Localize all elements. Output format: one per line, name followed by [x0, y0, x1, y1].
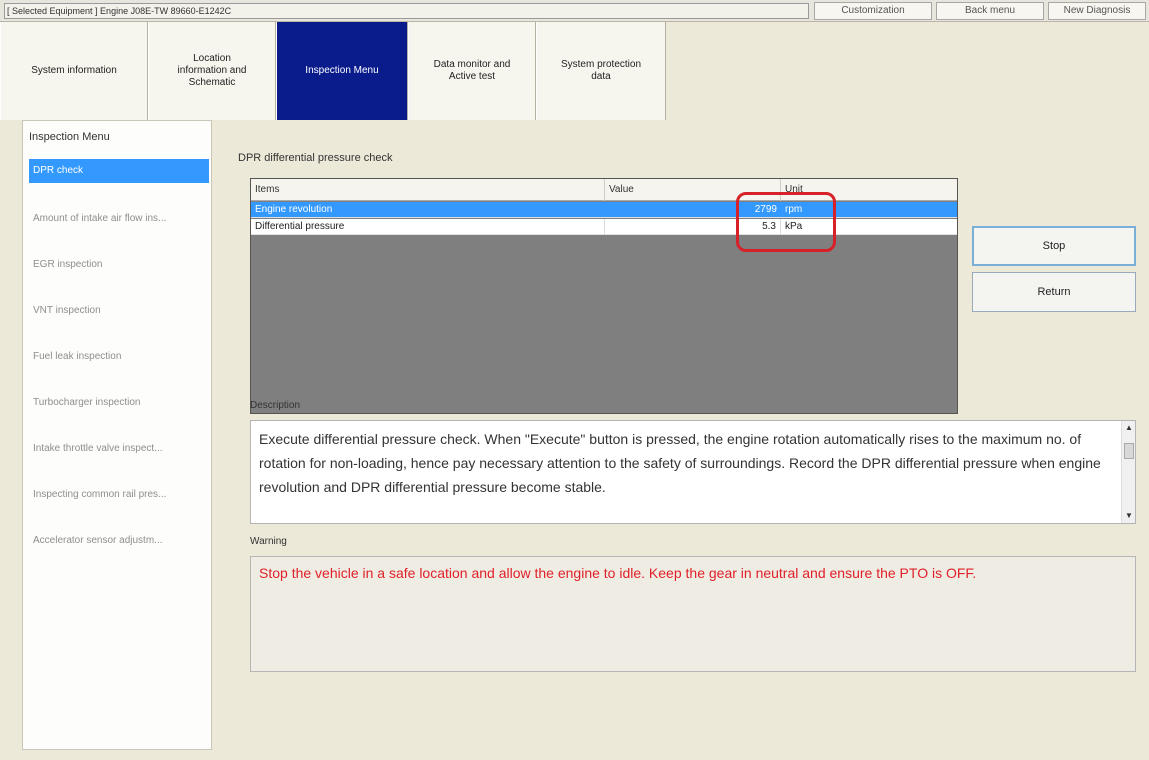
warning-text: Stop the vehicle in a safe location and …	[259, 565, 977, 581]
description-label: Description	[250, 400, 301, 411]
table-row[interactable]: Differential pressure 5.3 kPa	[251, 219, 957, 235]
selected-equipment-label: [ Selected Equipment ] Engine J08E-TW 89…	[4, 3, 809, 19]
tab-bar: System information Location information …	[0, 22, 1149, 120]
tab-label: Location information and Schematic	[177, 53, 247, 88]
sidebar-item-egr[interactable]: EGR inspection	[29, 253, 209, 277]
sidebar-item-fuel-leak[interactable]: Fuel leak inspection	[29, 345, 209, 369]
column-header-items[interactable]: Items	[251, 179, 605, 201]
sidebar-item-accelerator-sensor[interactable]: Accelerator sensor adjustm...	[29, 529, 209, 553]
cell-item: Engine revolution	[255, 204, 333, 215]
description-text: Execute differential pressure check. Whe…	[259, 431, 1101, 495]
tab-location-schematic[interactable]: Location information and Schematic	[148, 22, 276, 120]
tab-label: System protection data	[560, 59, 642, 82]
table-row[interactable]: Engine revolution 2799 rpm	[251, 202, 957, 218]
sidebar-item-intake-air-flow[interactable]: Amount of intake air flow ins...	[29, 207, 209, 231]
stop-button[interactable]: Stop	[972, 226, 1136, 266]
sidebar-item-intake-throttle[interactable]: Intake throttle valve inspect...	[29, 437, 209, 461]
description-text-box[interactable]: Execute differential pressure check. Whe…	[250, 420, 1136, 524]
scroll-down-icon[interactable]: ▼	[1124, 511, 1134, 521]
inspection-menu-sidebar: Inspection Menu DPR check Amount of inta…	[22, 120, 212, 750]
tab-system-information[interactable]: System information	[0, 22, 148, 120]
top-bar: [ Selected Equipment ] Engine J08E-TW 89…	[0, 0, 1149, 22]
sidebar-item-dpr-check[interactable]: DPR check	[29, 159, 209, 183]
data-table: Items Value Unit Engine revolution 2799 …	[250, 178, 958, 414]
back-menu-button[interactable]: Back menu	[936, 2, 1044, 20]
scroll-thumb[interactable]	[1124, 443, 1134, 459]
return-button[interactable]: Return	[972, 272, 1136, 312]
tab-label: Data monitor and Active test	[433, 59, 511, 82]
section-title: DPR differential pressure check	[238, 152, 393, 164]
scroll-up-icon[interactable]: ▲	[1124, 423, 1134, 433]
sidebar-item-vnt[interactable]: VNT inspection	[29, 299, 209, 323]
warning-label: Warning	[250, 536, 287, 547]
customization-button[interactable]: Customization	[814, 2, 932, 20]
tab-data-monitor[interactable]: Data monitor and Active test	[408, 22, 536, 120]
sidebar-item-common-rail[interactable]: Inspecting common rail pres...	[29, 483, 209, 507]
tab-label: System information	[31, 65, 117, 76]
sidebar-title: Inspection Menu	[29, 131, 110, 143]
value-highlight-annotation	[736, 192, 836, 252]
table-header: Items Value Unit	[251, 179, 957, 201]
tab-inspection-menu[interactable]: Inspection Menu	[276, 22, 408, 120]
tab-label: Inspection Menu	[305, 65, 379, 76]
sidebar-item-turbocharger[interactable]: Turbocharger inspection	[29, 391, 209, 415]
main-panel: DPR differential pressure check Items Va…	[228, 128, 1142, 750]
warning-text-box: Stop the vehicle in a safe location and …	[250, 556, 1136, 672]
new-diagnosis-button[interactable]: New Diagnosis	[1048, 2, 1146, 20]
description-scrollbar[interactable]: ▲ ▼	[1121, 421, 1135, 523]
tab-system-protection[interactable]: System protection data	[536, 22, 666, 120]
cell-item: Differential pressure	[251, 219, 605, 235]
